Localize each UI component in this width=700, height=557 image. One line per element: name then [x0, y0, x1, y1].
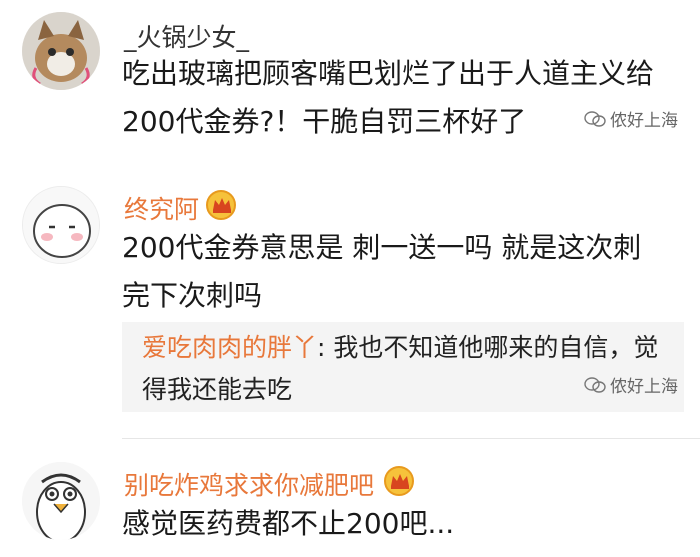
comment-3: 别吃炸鸡求求你减肥吧 感觉医药费都不止200吧... [0, 0, 700, 557]
username[interactable]: 别吃炸鸡求求你减肥吧 [124, 466, 374, 502]
comment-text-line: 感觉医药费都不止200吧... [122, 507, 455, 540]
crown-badge-icon [384, 466, 414, 496]
avatar[interactable] [22, 462, 100, 540]
